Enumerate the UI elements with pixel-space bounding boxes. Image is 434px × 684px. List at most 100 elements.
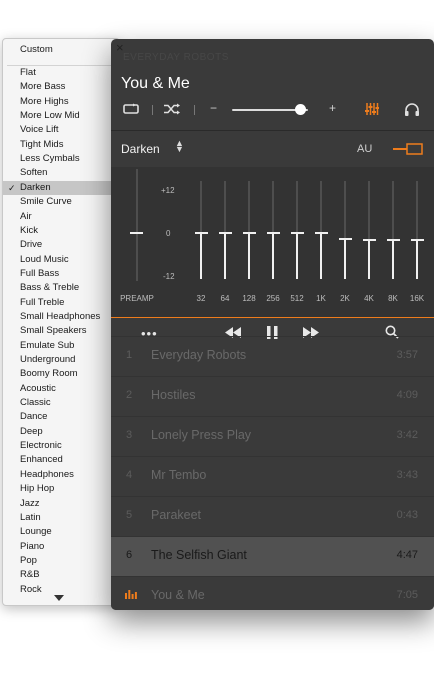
volume-knob[interactable] xyxy=(295,104,307,115)
menu-item[interactable]: Enhanced xyxy=(3,453,113,467)
menu-item-label: Small Speakers xyxy=(20,325,87,337)
menu-item[interactable]: Headphones xyxy=(3,468,113,482)
menu-item[interactable]: Hip Hop xyxy=(3,482,113,496)
menu-item[interactable]: Emulate Sub xyxy=(3,339,113,353)
menu-item-label: Soften xyxy=(20,167,48,179)
menu-item-label: Smile Curve xyxy=(20,196,72,208)
divider xyxy=(194,105,195,115)
menu-item[interactable]: Dance xyxy=(3,410,113,424)
menu-item[interactable]: Pop xyxy=(3,554,113,568)
volume-up-button[interactable]: + xyxy=(329,101,336,115)
menu-item[interactable]: Acoustic xyxy=(3,382,113,396)
eq-scale-top: +12 xyxy=(161,186,175,195)
menu-item[interactable]: More Highs xyxy=(3,95,113,109)
track-title: Mr Tembo xyxy=(151,468,207,482)
eq-band-knob[interactable] xyxy=(338,237,352,240)
eq-band-knob[interactable] xyxy=(194,232,208,234)
menu-item[interactable]: Bass & Treble xyxy=(3,281,113,295)
menu-item[interactable]: Tight Mids xyxy=(3,138,113,152)
track-duration: 7:05 xyxy=(396,589,418,601)
eq-band-label: 512 xyxy=(290,294,304,303)
track-row[interactable]: 6 The Selfish Giant 4:47 xyxy=(111,536,434,576)
divider xyxy=(152,105,153,115)
menu-item[interactable]: Flat xyxy=(3,66,113,80)
track-row[interactable]: 2 Hostiles 4:09 xyxy=(111,376,434,416)
menu-item[interactable]: Air xyxy=(3,210,113,224)
menu-item[interactable]: More Low Mid xyxy=(3,109,113,123)
track-title: Lonely Press Play xyxy=(151,428,252,442)
equalizer-icon[interactable] xyxy=(365,102,379,116)
menu-item[interactable]: Underground xyxy=(3,353,113,367)
eq-band-knob[interactable] xyxy=(314,232,328,234)
headphones-icon[interactable] xyxy=(404,102,420,117)
eq-band-label: 128 xyxy=(242,294,256,303)
menu-item[interactable]: Latin xyxy=(3,511,113,525)
menu-item[interactable]: More Bass xyxy=(3,80,113,94)
track-row[interactable]: 3 Lonely Press Play 3:42 xyxy=(111,416,434,456)
track-number: 4 xyxy=(126,469,133,481)
eq-band-knob[interactable] xyxy=(386,239,400,242)
track-row[interactable]: 4 Mr Tembo 3:43 xyxy=(111,456,434,496)
preamp-knob[interactable] xyxy=(130,232,143,234)
menu-item[interactable]: Smile Curve xyxy=(3,195,113,209)
menu-item[interactable]: Classic xyxy=(3,396,113,410)
preamp-track[interactable] xyxy=(136,169,138,281)
eq-band-level xyxy=(392,240,394,279)
menu-item[interactable]: Drive xyxy=(3,238,113,252)
track-duration: 3:43 xyxy=(396,469,418,481)
menu-item[interactable]: Deep xyxy=(3,425,113,439)
track-number: 3 xyxy=(126,429,133,441)
select-arrows-icon[interactable]: ▲ ▼ xyxy=(175,139,184,154)
eq-band-level xyxy=(224,233,226,279)
eq-band-knob[interactable] xyxy=(290,232,304,234)
eq-scale-mid: 0 xyxy=(166,229,171,238)
eq-band-label: 8K xyxy=(388,294,398,303)
track-row[interactable]: 1 Everyday Robots 3:57 xyxy=(111,336,434,376)
menu-item[interactable]: Loud Music xyxy=(3,253,113,267)
track-title: Parakeet xyxy=(151,508,202,522)
menu-item-label: Dance xyxy=(20,411,48,423)
menu-item[interactable]: Boomy Room xyxy=(3,367,113,381)
album-title: EVERYDAY ROBOTS xyxy=(123,52,229,63)
menu-item[interactable]: Small Headphones xyxy=(3,310,113,324)
repeat-icon[interactable] xyxy=(123,103,139,115)
menu-item-custom[interactable]: Custom xyxy=(3,43,113,57)
menu-item[interactable]: Voice Lift xyxy=(3,123,113,137)
eq-preset-select[interactable]: Darken xyxy=(121,142,160,156)
menu-item[interactable]: Full Treble xyxy=(3,296,113,310)
eq-band-knob[interactable] xyxy=(242,232,256,234)
track-number: 2 xyxy=(126,389,133,401)
track-row[interactable]: You & Me 7:05 xyxy=(111,576,434,610)
eq-band-knob[interactable] xyxy=(218,232,232,234)
eq-band-label: 64 xyxy=(220,294,230,303)
volume-down-button[interactable]: − xyxy=(210,101,217,115)
shuffle-icon[interactable] xyxy=(163,103,181,115)
menu-item[interactable]: Jazz xyxy=(3,497,113,511)
checkmark-icon: ✓ xyxy=(8,182,16,193)
track-duration: 0:43 xyxy=(396,509,418,521)
menu-item[interactable]: Soften xyxy=(3,166,113,180)
now-playing-icon xyxy=(125,590,137,599)
eq-band-knob[interactable] xyxy=(266,232,280,234)
menu-item-label: Tight Mids xyxy=(20,138,64,150)
equalizer-panel: +12 0 -12 PREAMP 32 64 128 256 512 1K 2K 4K 8K 16… xyxy=(111,167,434,317)
eq-band-level xyxy=(272,233,274,279)
eq-band-knob[interactable] xyxy=(410,239,424,242)
menu-item[interactable]: Electronic xyxy=(3,439,113,453)
track-row[interactable]: 5 Parakeet 0:43 xyxy=(111,496,434,536)
menu-item[interactable]: R&B xyxy=(3,568,113,582)
menu-item-label: Pop xyxy=(20,554,37,566)
chevron-down-icon[interactable] xyxy=(54,595,64,601)
menu-item[interactable]: Piano xyxy=(3,540,113,554)
menu-item[interactable]: Less Cymbals xyxy=(3,152,113,166)
menu-item[interactable]: Kick xyxy=(3,224,113,238)
menu-item[interactable]: ✓ Darken xyxy=(3,180,113,195)
menu-item[interactable]: Lounge xyxy=(3,525,113,539)
menu-item[interactable]: Small Speakers xyxy=(3,324,113,338)
track-duration: 3:42 xyxy=(396,429,418,441)
eq-band-knob[interactable] xyxy=(362,239,376,242)
au-button[interactable]: AU xyxy=(357,143,372,155)
menu-item[interactable]: Full Bass xyxy=(3,267,113,281)
menu-item-label: Drive xyxy=(20,239,43,251)
eq-enable-toggle[interactable] xyxy=(393,143,423,155)
